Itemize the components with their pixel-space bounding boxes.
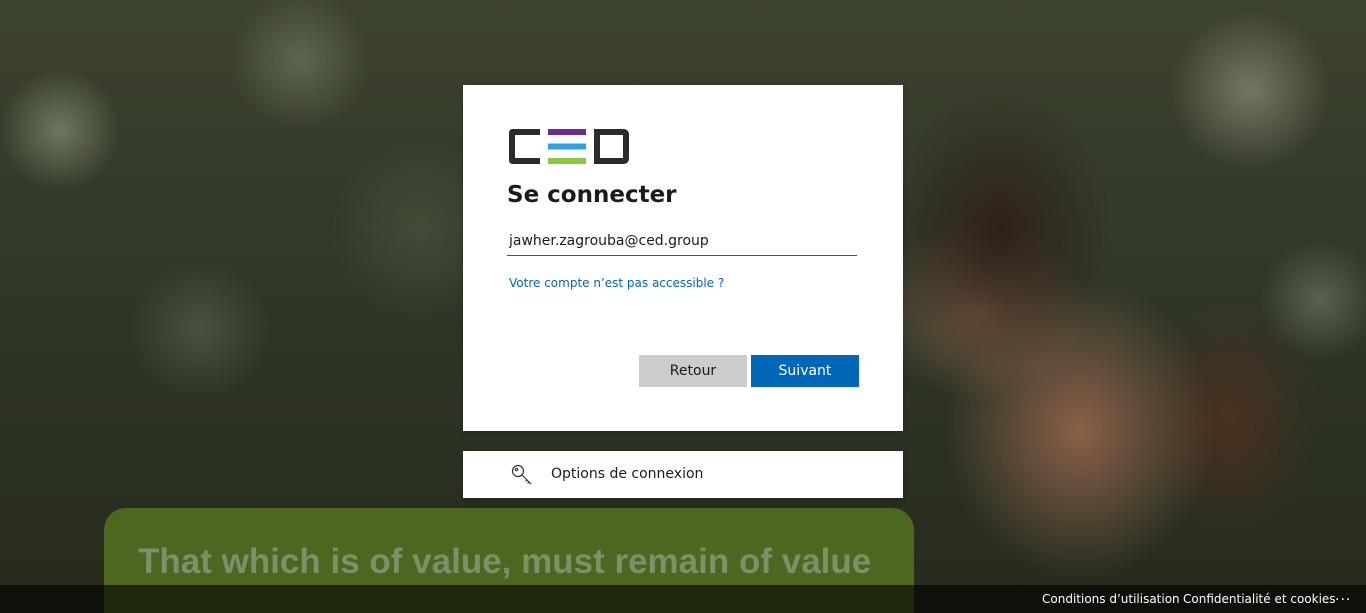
back-button[interactable]: Retour xyxy=(639,355,747,387)
ced-logo-graphic xyxy=(509,129,629,164)
slogan-text: That which is of value, must remain of v… xyxy=(138,542,872,581)
next-button[interactable]: Suivant xyxy=(751,355,859,387)
more-options-button[interactable]: ... xyxy=(1335,588,1351,604)
signin-card: Se connecter Votre compte n’est pas acce… xyxy=(463,85,903,431)
account-inaccessible-link[interactable]: Votre compte n’est pas accessible ? xyxy=(509,276,724,290)
ced-logo xyxy=(507,128,631,170)
key-icon xyxy=(510,463,534,491)
privacy-link[interactable]: Confidentialité et cookies xyxy=(1183,592,1336,606)
terms-link[interactable]: Conditions d’utilisation xyxy=(1042,592,1180,606)
email-input[interactable] xyxy=(507,226,857,256)
footer-bar: Conditions d’utilisation Confidentialité… xyxy=(0,585,1366,613)
page-title: Se connecter xyxy=(507,182,677,208)
signin-options-label: Options de connexion xyxy=(551,466,704,482)
signin-options-button[interactable]: Options de connexion xyxy=(463,451,903,498)
